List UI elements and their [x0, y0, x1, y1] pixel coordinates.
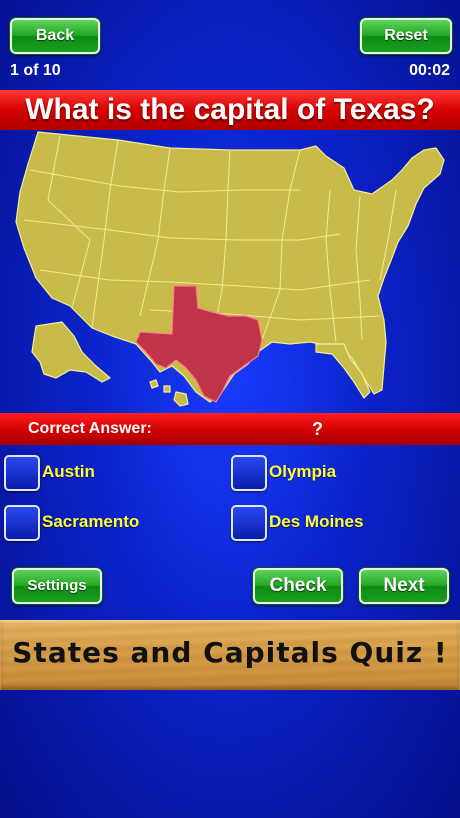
hawaii	[149, 379, 189, 407]
check-button[interactable]: Check	[253, 568, 343, 604]
quiz-title: States and Capitals Quiz !	[12, 636, 448, 669]
settings-button[interactable]: Settings	[12, 568, 102, 604]
correct-answer-label: Correct Answer:	[28, 420, 152, 437]
option-checkbox[interactable]	[4, 505, 40, 541]
option-austin[interactable]: Austin	[4, 455, 204, 493]
correct-answer-value: ?	[312, 419, 323, 439]
option-checkbox[interactable]	[4, 455, 40, 491]
back-button[interactable]: Back	[10, 18, 100, 54]
us-map	[15, 131, 445, 407]
option-olympia[interactable]: Olympia	[231, 455, 431, 493]
option-checkbox[interactable]	[231, 455, 267, 491]
option-label: Olympia	[269, 462, 337, 481]
question-progress: 1 of 10	[10, 62, 61, 79]
timer: 00:02	[409, 62, 450, 79]
question-banner: What is the capital of Texas?	[0, 90, 460, 130]
reset-button[interactable]: Reset	[360, 18, 452, 54]
option-checkbox[interactable]	[231, 505, 267, 541]
option-label: Austin	[42, 462, 95, 481]
correct-answer-bar: Correct Answer: ?	[0, 413, 460, 445]
question-text: What is the capital of Texas?	[25, 93, 435, 126]
option-des-moines[interactable]: Des Moines	[231, 505, 431, 543]
next-button[interactable]: Next	[359, 568, 449, 604]
quiz-title-banner: States and Capitals Quiz !	[0, 620, 460, 690]
option-label: Des Moines	[269, 512, 364, 531]
option-sacramento[interactable]: Sacramento	[4, 505, 204, 543]
option-label: Sacramento	[42, 512, 140, 531]
